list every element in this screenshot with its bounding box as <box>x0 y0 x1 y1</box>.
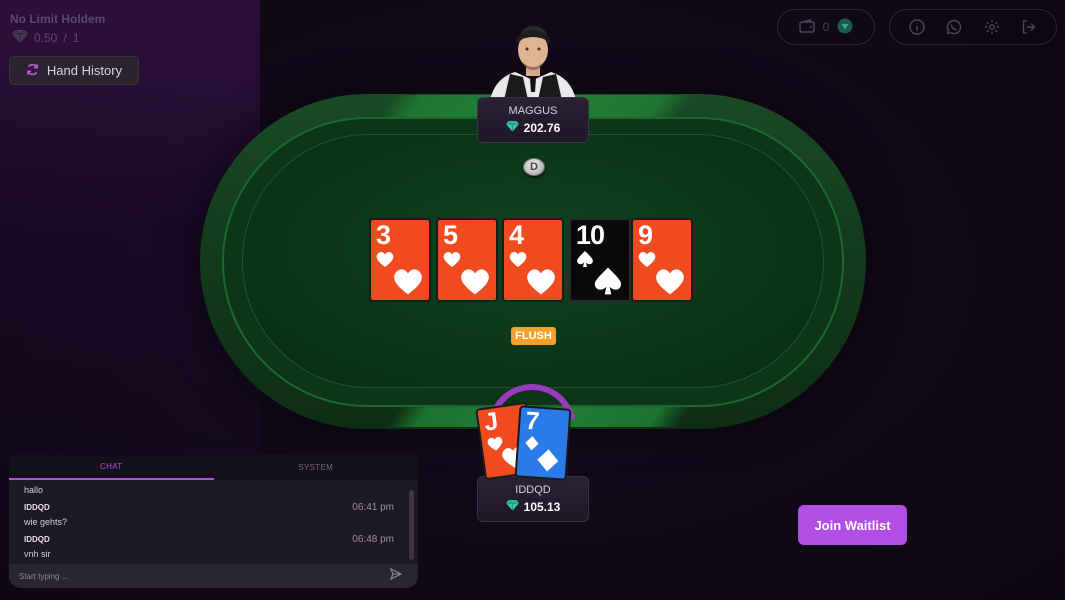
settings-icon[interactable] <box>983 18 1001 36</box>
spades-icon <box>594 267 622 295</box>
stakes-info: 0.50 / 1 <box>12 29 79 46</box>
chat-message-user: IDDQD <box>24 503 50 512</box>
opponent-seat[interactable]: MAGGUS 202.76 <box>477 97 589 143</box>
card-rank: 3 <box>376 220 391 250</box>
hand-strength-badge: FLUSH <box>511 327 556 345</box>
player-name: IDDQD <box>515 484 551 496</box>
chat-message-text: vnh sir <box>24 549 51 559</box>
card-rank: 4 <box>509 220 524 250</box>
hand-history-label: Hand History <box>46 63 123 78</box>
card-10-of-spades: 10 <box>569 218 631 302</box>
gem-icon <box>12 29 28 46</box>
whatsapp-icon[interactable] <box>945 18 963 36</box>
tab-system[interactable]: SYSTEM <box>214 455 419 480</box>
opponent-stack-amount: 202.76 <box>523 120 561 135</box>
tab-chat[interactable]: CHAT <box>9 455 214 480</box>
send-icon <box>389 567 403 585</box>
gem-coin-icon <box>837 18 853 37</box>
info-icon[interactable] <box>908 18 926 36</box>
card-4-of-hearts: 4 <box>502 218 564 302</box>
send-button[interactable] <box>384 565 408 587</box>
hearts-icon <box>527 269 555 295</box>
dealer-button: D <box>523 158 545 176</box>
wallet-icon <box>798 18 815 36</box>
player-stack-amount: 105.13 <box>523 499 561 514</box>
chat-message-time: 06:41 pm <box>352 502 394 513</box>
card-9-of-hearts: 9 <box>631 218 693 302</box>
card-rank: 5 <box>443 220 458 250</box>
game-title: No Limit Holdem <box>10 12 106 26</box>
chat-panel: CHAT SYSTEM hallo IDDQD 06:41 pm wie geh… <box>9 455 418 588</box>
card-3-of-hearts: 3 <box>369 218 431 302</box>
player-stack: 105.13 <box>505 499 561 514</box>
hearts-icon <box>394 269 422 295</box>
hearts-icon <box>461 269 489 295</box>
card-rank: J <box>482 407 500 437</box>
opponent-avatar[interactable] <box>490 20 576 100</box>
chat-message-text: hallo <box>24 485 44 495</box>
refresh-icon <box>26 63 39 79</box>
join-waitlist-button[interactable]: Join Waitlist <box>798 505 907 545</box>
chat-message-user: IDDQD <box>24 535 50 544</box>
big-blind: 1 <box>72 30 80 45</box>
stakes-separator: / <box>63 30 67 45</box>
hand-history-button[interactable]: Hand History <box>9 56 139 85</box>
top-controls <box>889 9 1057 45</box>
card-5-of-hearts: 5 <box>436 218 498 302</box>
wallet-amount: 0 <box>822 20 830 34</box>
chat-input-row <box>9 564 418 588</box>
gem-icon <box>505 499 519 514</box>
gem-icon <box>505 120 519 135</box>
chat-input[interactable] <box>19 565 384 587</box>
card-rank: 7 <box>524 406 541 436</box>
hearts-icon <box>656 269 684 295</box>
card-7-of-diamonds: 7 <box>514 405 572 481</box>
card-rank: 9 <box>638 220 653 250</box>
chat-scrollbar[interactable] <box>409 490 414 560</box>
chat-tabs: CHAT SYSTEM <box>9 455 418 480</box>
small-blind: 0.50 <box>34 30 58 45</box>
player-seat[interactable]: IDDQD 105.13 <box>477 476 589 522</box>
wallet-balance[interactable]: 0 <box>777 9 875 45</box>
opponent-name: MAGGUS <box>508 105 558 117</box>
chat-message-time: 06:48 pm <box>352 534 394 545</box>
diamonds-icon <box>537 449 559 472</box>
card-rank: 10 <box>576 220 605 250</box>
chat-messages: hallo IDDQD 06:41 pm wie gehts? IDDQD 06… <box>9 480 418 564</box>
chat-message-text: wie gehts? <box>24 517 68 527</box>
exit-icon[interactable] <box>1020 18 1038 36</box>
opponent-stack: 202.76 <box>505 120 561 135</box>
